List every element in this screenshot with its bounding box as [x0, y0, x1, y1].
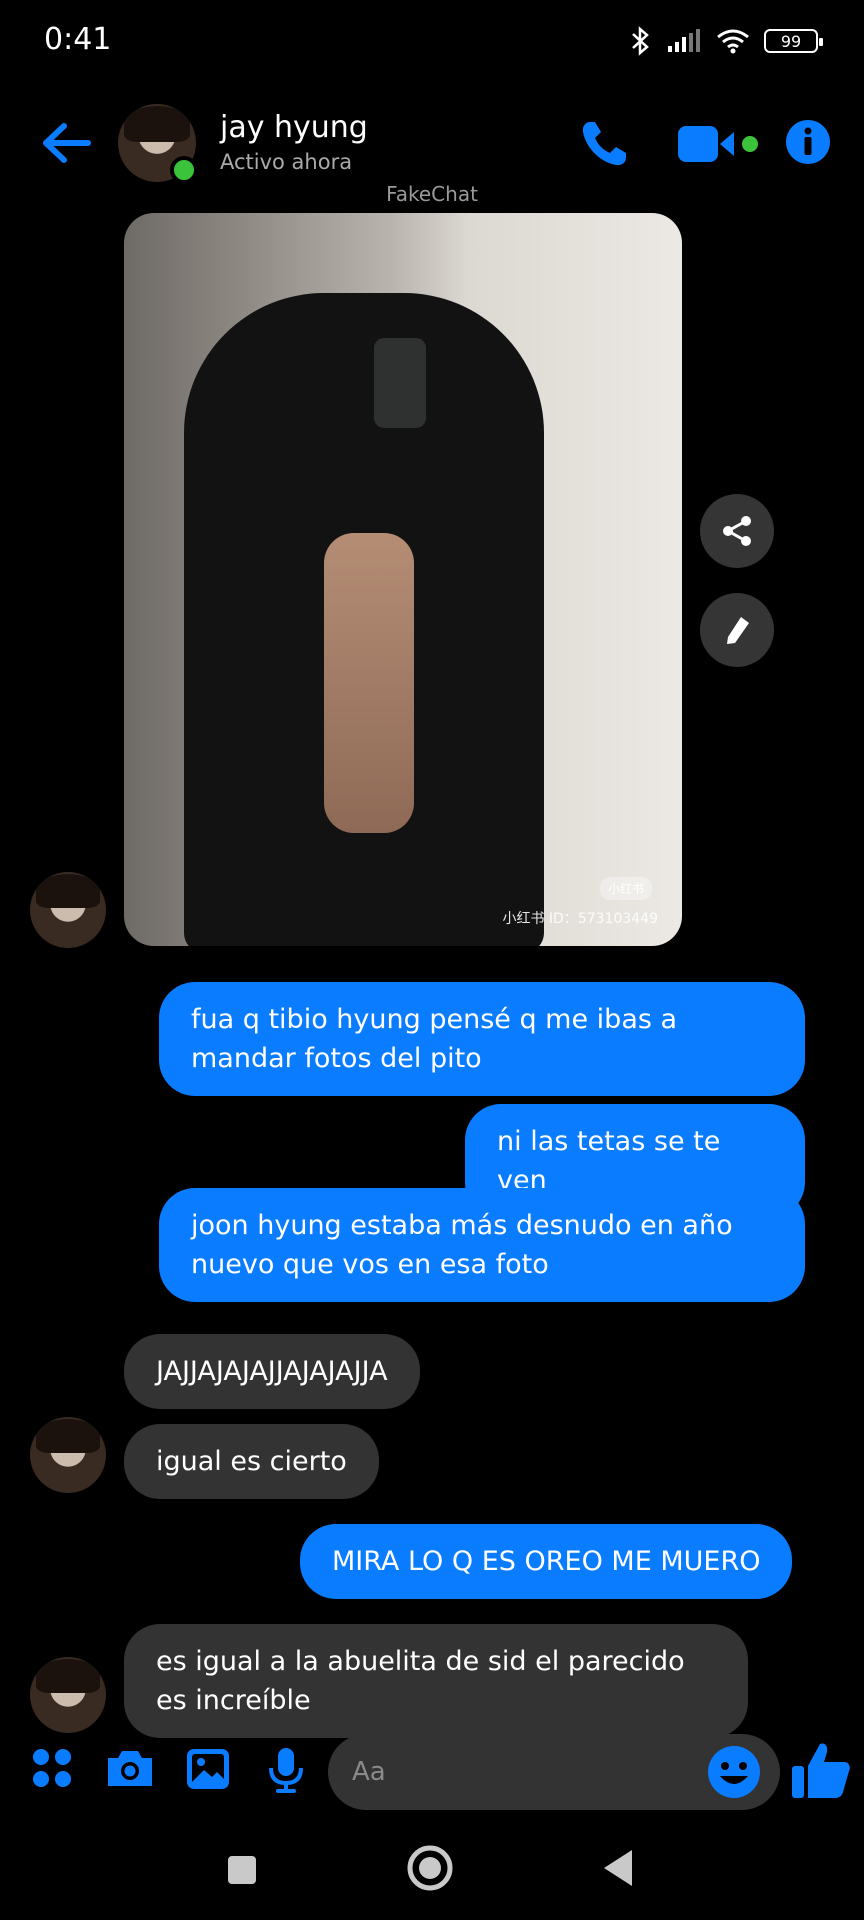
message-composer [0, 1730, 864, 1810]
message-bubble-sent[interactable]: fua q tibio hyung pensé q me ibas a mand… [159, 982, 805, 1096]
photo-message[interactable]: 小红书 小红书 ID：573103449 [124, 213, 682, 946]
status-icons: 99 [630, 26, 823, 56]
gallery-icon[interactable] [184, 1746, 232, 1792]
phone-icon[interactable] [576, 116, 632, 172]
message-input[interactable] [352, 1748, 692, 1796]
back-nav-icon[interactable] [600, 1848, 636, 1888]
message-bubble-sent[interactable]: MIRA LO Q ES OREO ME MUERO [300, 1524, 793, 1599]
system-navbar [0, 1830, 864, 1920]
edit-icon [727, 617, 749, 644]
recents-icon[interactable] [226, 1854, 258, 1886]
status-time: 0:41 [44, 22, 112, 57]
sender-avatar[interactable] [30, 1657, 106, 1733]
emoji-icon[interactable] [706, 1744, 762, 1800]
photo-tag: 小红书 [599, 877, 652, 900]
photo-phone [374, 338, 426, 428]
edit-button[interactable] [700, 593, 774, 667]
camera-icon[interactable] [104, 1746, 156, 1790]
sender-avatar[interactable] [30, 1417, 106, 1493]
message-input-container[interactable] [328, 1734, 780, 1810]
app-watermark: FakeChat [386, 182, 478, 206]
signal-icon [668, 29, 700, 52]
wifi-icon [717, 29, 749, 54]
battery-indicator: 99 [764, 29, 823, 53]
status-bar: 0:41 99 [0, 0, 864, 90]
contact-name[interactable]: jay hyung [220, 110, 368, 145]
contact-status: Activo ahora [220, 150, 353, 174]
message-bubble-received[interactable]: JAJJAJAJAJJAJAJAJJA [124, 1334, 420, 1409]
home-icon[interactable] [406, 1844, 454, 1892]
message-bubble-received[interactable]: igual es cierto [124, 1424, 379, 1499]
share-button[interactable] [700, 494, 774, 568]
message-bubble-sent[interactable]: joon hyung estaba más desnudo en año nue… [159, 1188, 805, 1302]
share-icon [723, 516, 751, 546]
apps-icon[interactable] [30, 1746, 74, 1790]
back-arrow-icon[interactable] [38, 118, 94, 168]
online-indicator [170, 156, 198, 184]
contact-avatar[interactable] [118, 104, 198, 184]
sender-avatar[interactable] [30, 872, 106, 948]
photo-torso [324, 533, 414, 833]
bluetooth-icon [632, 26, 649, 56]
message-bubble-received[interactable]: es igual a la abuelita de sid el parecid… [124, 1624, 748, 1738]
battery-level: 99 [780, 31, 802, 51]
mic-icon[interactable] [266, 1746, 306, 1794]
info-icon[interactable] [784, 118, 832, 166]
photo-caption: 小红书 ID：573103449 [502, 911, 658, 927]
like-icon[interactable] [790, 1740, 852, 1800]
video-icon[interactable] [676, 122, 760, 166]
